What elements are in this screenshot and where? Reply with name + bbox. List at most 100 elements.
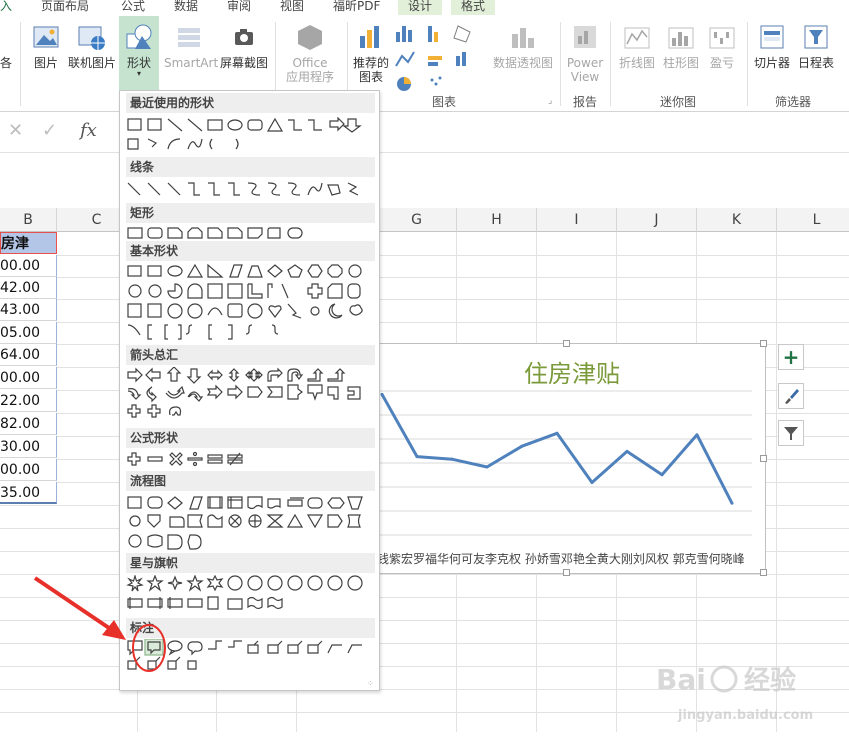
data-point[interactable] <box>695 433 699 437</box>
data-point[interactable] <box>660 473 664 477</box>
recommended-charts-button[interactable]: 推荐的 图表 <box>350 22 392 84</box>
recent-shapes-row[interactable] <box>126 117 376 151</box>
sparkline-column-button[interactable]: 柱形图 <box>660 22 702 70</box>
header-cell[interactable]: 房津贴 <box>0 232 57 274</box>
sparkline-winloss-button[interactable]: 盈亏 <box>704 22 740 70</box>
tab-format[interactable]: 格式 <box>451 0 496 15</box>
data-point[interactable] <box>555 431 559 435</box>
annotation-overlay <box>33 576 166 672</box>
chart-filters-button[interactable] <box>778 420 804 446</box>
tab-formulas[interactable]: 公式 <box>121 0 145 15</box>
section-recent-shapes: 最近使用的形状 <box>126 93 375 113</box>
chart-elements-button[interactable]: + <box>778 344 804 370</box>
cancel-icon[interactable]: ✕ <box>8 120 23 141</box>
pivot-chart-button[interactable]: 数据透视图 <box>490 22 556 70</box>
data-cell[interactable]: 22.00 <box>0 390 57 412</box>
column-header-b[interactable]: B <box>0 208 57 232</box>
data-point[interactable] <box>520 444 524 448</box>
shapes-icon <box>126 24 152 49</box>
data-cell[interactable]: 30.00 <box>0 436 57 458</box>
chart-area[interactable]: 住房津贴 钱紫宏罗福华何可友李克权 孙娇雪邓艳全黄大刚刘风权 郭克雪何晓峰 <box>376 340 767 576</box>
data-cell[interactable]: 64.00 <box>0 344 57 366</box>
confirm-icon[interactable]: ✓ <box>42 120 57 141</box>
camera-icon <box>235 29 253 45</box>
online-picture-button[interactable]: 联机图片 <box>66 22 118 70</box>
insert-function-button[interactable]: fx <box>80 120 97 141</box>
section-flowchart: 流程图 <box>126 471 375 491</box>
baidu-watermark: Bai 经验 jingyan.baidu.com <box>648 655 838 730</box>
annotation-arrow-head-icon <box>102 620 126 640</box>
slicer-button[interactable]: 切片器 <box>752 22 792 70</box>
column-header-k[interactable]: K <box>697 208 777 232</box>
picture-button[interactable]: 图片 <box>30 22 62 70</box>
shapes-button[interactable]: 形状 ▾ <box>119 16 159 92</box>
data-point[interactable] <box>450 457 454 461</box>
tab-foxit-pdf[interactable]: 福昕PDF <box>333 0 380 15</box>
flowchart-grid[interactable] <box>126 495 376 555</box>
sparkline-column-icon <box>668 27 694 49</box>
resize-grip-icon[interactable]: ⁘ <box>367 679 374 688</box>
office-apps-button[interactable]: Office 应用程序 <box>280 22 340 84</box>
tab-data[interactable]: 数据 <box>174 0 198 15</box>
data-point[interactable] <box>625 449 629 453</box>
dialog-launcher-icon[interactable]: ⌟ <box>548 96 552 106</box>
data-cell[interactable]: 43.00 <box>0 299 57 321</box>
section-lines: 线条 <box>126 157 375 177</box>
data-cell[interactable]: 35.00 <box>0 482 57 504</box>
sparkline-line-icon <box>624 27 650 49</box>
column-header-h[interactable]: H <box>457 208 537 232</box>
data-cell[interactable]: 42.00 <box>0 277 57 299</box>
basic-shapes-grid[interactable] <box>126 263 376 343</box>
timeline-button[interactable]: 日程表 <box>794 22 838 70</box>
data-point[interactable] <box>590 481 594 485</box>
data-cell[interactable]: 82.00 <box>0 413 57 435</box>
section-block-arrows: 箭头总汇 <box>126 345 375 365</box>
chart-styles-button[interactable] <box>778 383 804 409</box>
pivot-chart-icon <box>512 28 534 48</box>
data-cell[interactable]: 00.00 <box>0 367 57 389</box>
annotation-circle <box>132 624 166 672</box>
rectangles-row[interactable] <box>126 225 376 241</box>
sparkline-line-button[interactable]: 折线图 <box>614 22 660 70</box>
section-rectangles: 矩形 <box>126 203 375 223</box>
tab-design[interactable]: 设计 <box>398 0 443 15</box>
column-header-i[interactable]: I <box>537 208 617 232</box>
tab-insert[interactable]: 入 <box>0 0 12 15</box>
column-header-l[interactable]: L <box>777 208 849 232</box>
tab-review[interactable]: 审阅 <box>227 0 251 15</box>
office-cube-icon <box>298 25 322 50</box>
column-header-j[interactable]: J <box>617 208 697 232</box>
data-point[interactable] <box>380 392 384 396</box>
data-cell[interactable]: 00.00 <box>0 459 57 481</box>
chart-type-icons[interactable] <box>394 22 490 92</box>
sparkline-winloss-icon <box>709 27 735 49</box>
screenshot-button[interactable]: 屏幕截图 <box>218 22 270 70</box>
svg-text:jingyan.baidu.com: jingyan.baidu.com <box>677 708 813 723</box>
picture-icon <box>33 26 59 48</box>
annotation-arrow-shaft <box>33 576 114 632</box>
data-point[interactable] <box>415 455 419 459</box>
power-view-icon <box>574 26 596 48</box>
data-point[interactable] <box>730 501 734 505</box>
block-arrows-grid[interactable] <box>126 367 376 425</box>
recommended-charts-icon <box>360 26 379 48</box>
line-chart-plot[interactable] <box>377 344 767 575</box>
smartart-button[interactable]: SmartArt <box>164 22 218 70</box>
column-header-g[interactable]: G <box>377 208 457 232</box>
slicer-icon <box>760 25 784 49</box>
equation-shapes-row[interactable] <box>126 451 376 467</box>
svg-text:Bai: Bai <box>656 663 706 696</box>
filter-icon <box>784 427 798 440</box>
group-label-sparklines: 迷你图 <box>660 95 697 109</box>
brush-icon <box>785 389 799 404</box>
tab-view[interactable]: 视图 <box>280 0 304 15</box>
group-label-filters: 筛选器 <box>775 95 812 109</box>
lines-row[interactable] <box>126 181 376 197</box>
ribbon-tabs: 入 页面布局 公式 数据 审阅 视图 福昕PDF 设计 格式 <box>0 0 849 16</box>
data-point[interactable] <box>485 465 489 469</box>
online-picture-icon <box>78 26 105 50</box>
data-cell[interactable]: 05.00 <box>0 322 57 344</box>
data-cell[interactable]: 00.00 <box>0 255 57 277</box>
power-view-button[interactable]: Power View <box>564 22 606 84</box>
tab-page-layout[interactable]: 页面布局 <box>41 0 89 15</box>
